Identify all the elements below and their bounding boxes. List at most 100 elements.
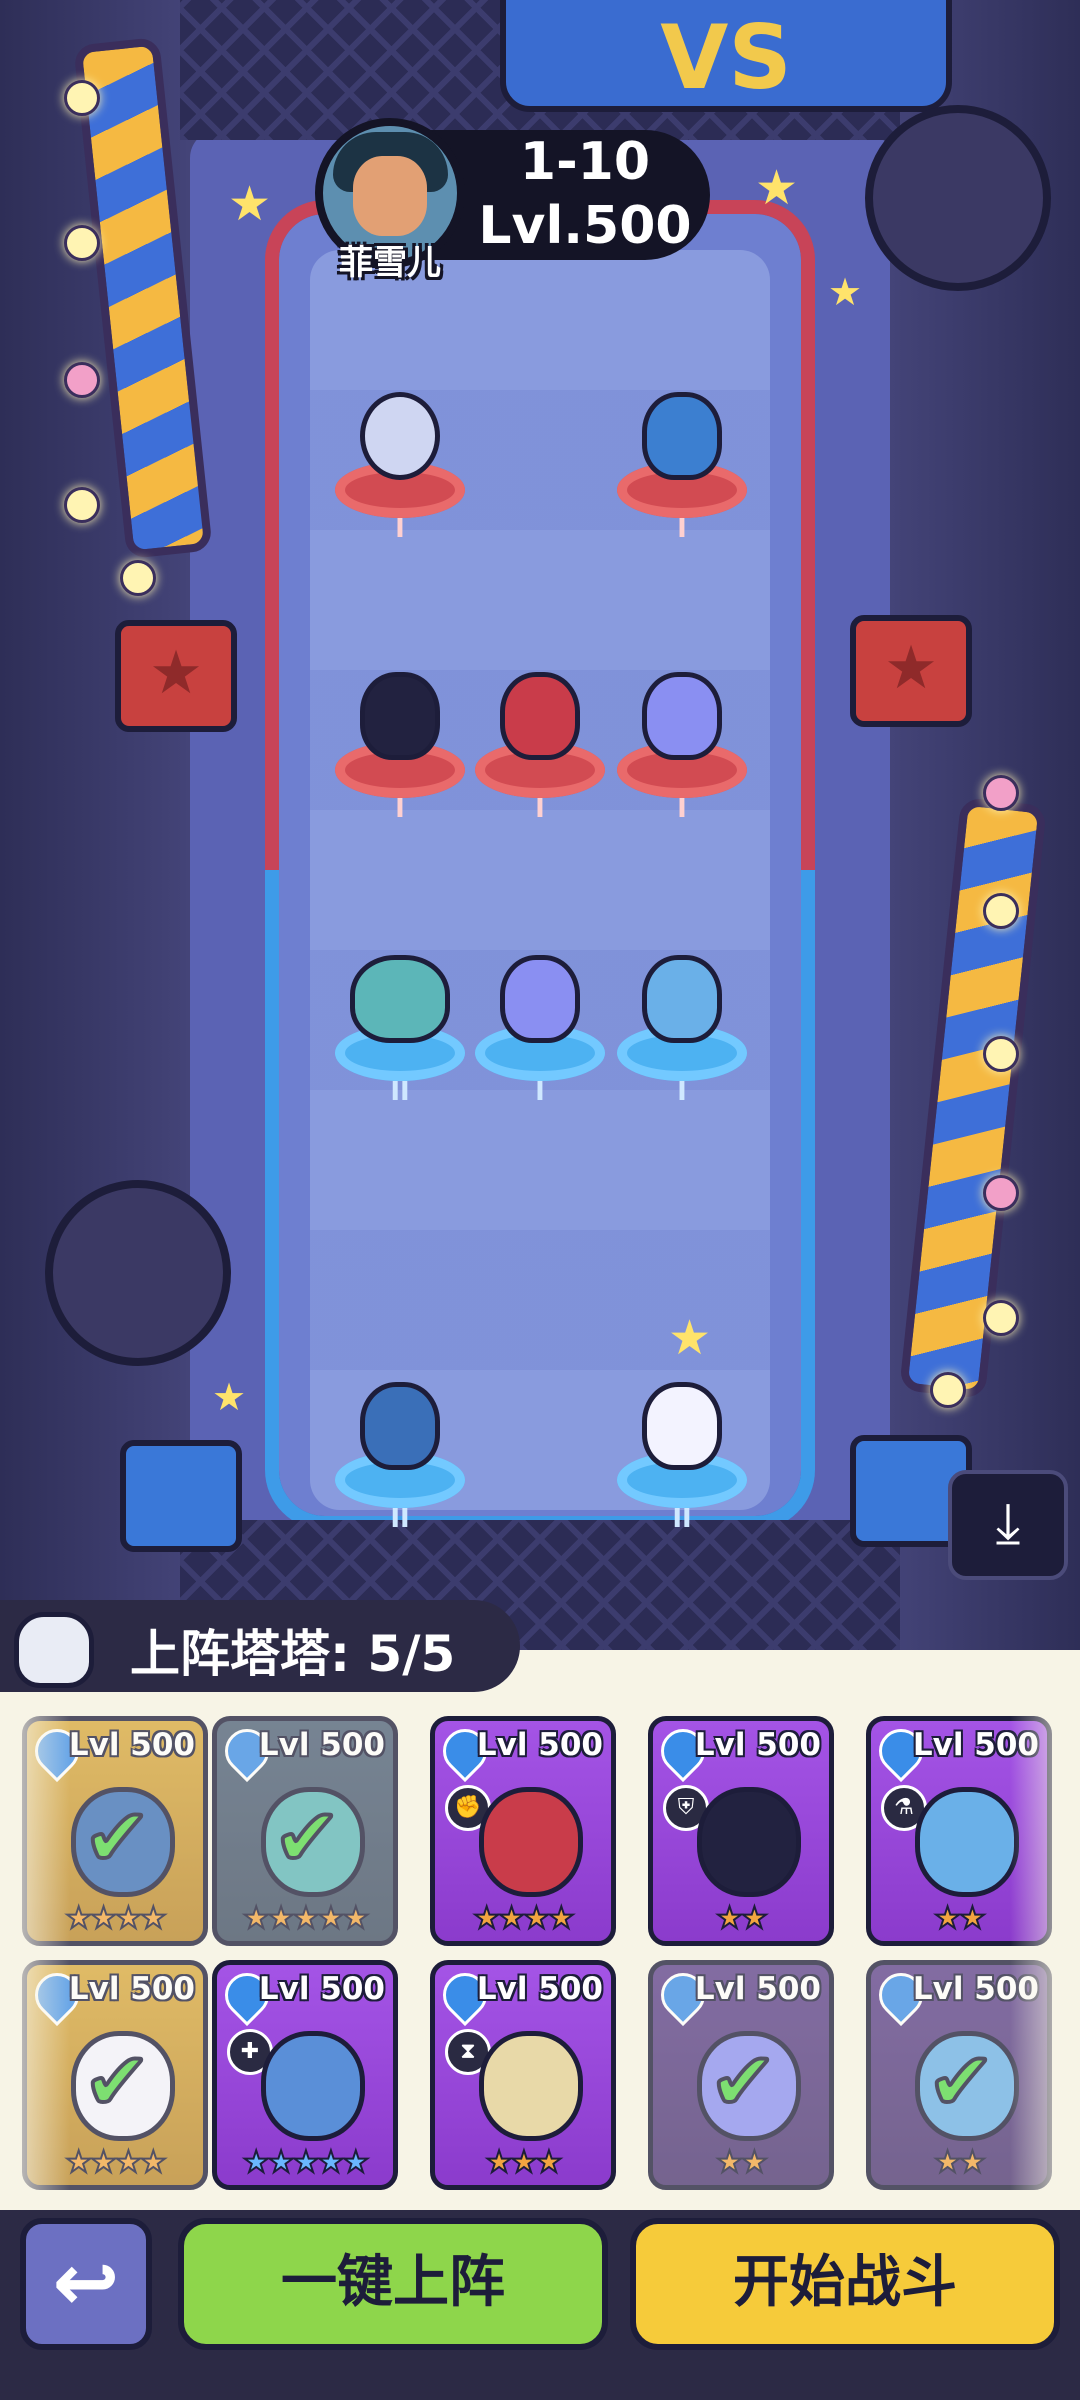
opponent-name: 菲雪儿 [339, 243, 441, 283]
creature-portrait [915, 1787, 1019, 1897]
unit-rank: I [395, 514, 405, 544]
star-icon: ★ [715, 1900, 744, 1937]
unit-rank: I [677, 514, 687, 544]
ally-unit[interactable]: II [330, 955, 470, 1107]
star-icon: ★ [292, 2144, 321, 2181]
unit-rank: I [535, 794, 545, 824]
star-rating: ★★ [653, 1900, 829, 1937]
light-bulb-icon [983, 775, 1019, 811]
star-icon: ★ [715, 2144, 744, 2181]
card-level: Lvl 500 [694, 1971, 821, 2007]
deployed-check-icon: ✔ [707, 2033, 778, 2130]
light-bulb-icon [120, 560, 156, 596]
deployed-check-icon: ✔ [925, 2033, 996, 2130]
ally-unit[interactable]: II [330, 1382, 470, 1534]
card-level: Lvl 500 [476, 1727, 603, 1763]
light-bulb-icon [64, 80, 100, 116]
star-icon: ★ [497, 1900, 526, 1937]
star-icon: ★ [316, 1900, 345, 1937]
unit-rank: II [390, 1504, 410, 1534]
star-icon: ★ [341, 2144, 370, 2181]
card-level: Lvl 500 [476, 1971, 603, 2007]
star-icon: ★ [958, 2144, 987, 2181]
download-icon[interactable]: ⤓ [948, 1470, 1068, 1580]
roster-card[interactable]: Lvl 500 ✊ ★★★★ [430, 1716, 616, 1946]
star-icon: ★ [828, 270, 863, 314]
creature-portrait [479, 1787, 583, 1897]
card-level: Lvl 500 [258, 1727, 385, 1763]
opponent-level: Lvl.500 [478, 196, 692, 256]
enemy-unit[interactable]: I [330, 672, 470, 824]
star-icon: ★ [755, 160, 799, 216]
enemy-unit[interactable]: I [612, 392, 752, 544]
ally-unit-sprite [500, 955, 580, 1043]
star-icon: ★ [933, 2144, 962, 2181]
star-icon: ★ [341, 1900, 370, 1937]
ally-unit[interactable]: I [612, 955, 752, 1107]
star-crate-left: ★ [115, 620, 237, 732]
star-icon: ★ [267, 2144, 296, 2181]
star-icon: ★ [242, 2144, 271, 2181]
light-bulb-icon [983, 1300, 1019, 1336]
enemy-unit[interactable]: I [470, 672, 610, 824]
enemy-unit-sprite [360, 392, 440, 480]
star-icon: ★ [547, 1900, 576, 1937]
unit-rank: I [535, 1077, 545, 1107]
enemy-unit-sprite [500, 672, 580, 760]
enemy-unit[interactable]: I [330, 392, 470, 544]
star-icon: ★ [740, 2144, 769, 2181]
roster-card[interactable]: Lvl 500 ★★ ✔ [648, 1960, 834, 2190]
star-rating: ★★★★★ [217, 2144, 393, 2181]
star-icon: ★ [114, 2144, 143, 2181]
ally-unit[interactable]: II [612, 1382, 752, 1534]
deployed-check-icon: ✔ [271, 1789, 342, 1886]
card-level: Lvl 500 [694, 1727, 821, 1763]
creature-portrait [261, 2031, 365, 2141]
light-bulb-icon [64, 487, 100, 523]
creature-portrait [479, 2031, 583, 2141]
avatar-face [353, 156, 427, 236]
roster-card[interactable]: Lvl 500 ⛨ ★★ [648, 1716, 834, 1946]
scroll-fade-left [0, 1700, 70, 2200]
creature-portrait [697, 1787, 801, 1897]
star-icon: ★ [534, 2144, 563, 2181]
roster-card[interactable]: Lvl 500 ✚ ★★★★★ [212, 1960, 398, 2190]
light-bulb-icon [983, 1036, 1019, 1072]
roster-card[interactable]: Lvl 500 ⧗ ★★★ [430, 1960, 616, 2190]
star-crate-right: ★ [850, 615, 972, 727]
unit-rank: II [390, 1077, 410, 1107]
light-bulb-icon [930, 1372, 966, 1408]
unit-rank: I [677, 794, 687, 824]
enemy-unit-sprite [360, 672, 440, 760]
start-battle-button[interactable]: 开始战斗 [630, 2218, 1060, 2350]
enemy-unit-sprite [642, 392, 722, 480]
vs-sign: VS [500, 0, 952, 112]
star-icon: ★ [139, 1900, 168, 1937]
roster-card[interactable]: Lvl 500 ★★★★★ ✔ [212, 1716, 398, 1946]
star-icon: ★ [242, 1900, 271, 1937]
star-icon: ★ [472, 1900, 501, 1937]
star-icon: ★ [89, 1900, 118, 1937]
scroll-fade-right [1010, 1700, 1080, 2200]
auto-deploy-button[interactable]: 一键上阵 [178, 2218, 608, 2350]
star-icon: ★ [89, 2144, 118, 2181]
ally-unit[interactable]: I [470, 955, 610, 1107]
light-bulb-icon [64, 225, 100, 261]
back-button[interactable]: ↩ [20, 2218, 152, 2350]
star-icon: ★ [292, 1900, 321, 1937]
star-icon: ★ [740, 1900, 769, 1937]
star-icon: ★ [114, 1900, 143, 1937]
unit-rank: II [672, 1504, 692, 1534]
ally-unit-sprite [642, 955, 722, 1043]
star-icon: ★ [485, 2144, 514, 2181]
deployed-count-label: 上阵塔塔: 5/5 [130, 1625, 456, 1683]
cat-crate-left [120, 1440, 242, 1552]
star-icon: ★ [228, 176, 272, 232]
star-icon: ★ [933, 1900, 962, 1937]
spotlight-left [45, 1180, 231, 1366]
star-icon: ★ [316, 2144, 345, 2181]
star-icon: ★ [668, 1310, 712, 1366]
star-rating: ★★★★ [435, 1900, 611, 1937]
vs-sign-text: VS [660, 6, 792, 109]
enemy-unit[interactable]: I [612, 672, 752, 824]
